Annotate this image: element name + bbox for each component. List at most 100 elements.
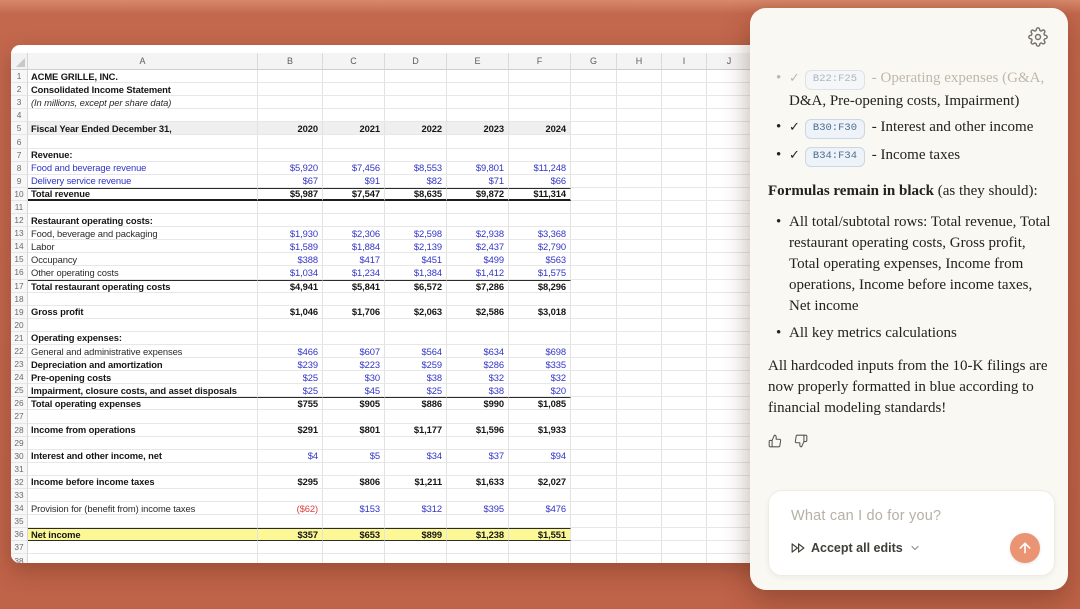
cell-H26[interactable] [617,397,662,410]
cell-H14[interactable] [617,240,662,253]
row-header-11[interactable]: 11 [11,201,28,214]
cell-F33[interactable] [509,489,571,502]
cell-A14[interactable]: Labor [28,240,258,253]
cell-F30[interactable]: $94 [509,450,571,463]
cell-B23[interactable]: $239 [258,358,323,371]
cell-B21[interactable] [258,332,323,345]
col-header-C[interactable]: C [323,53,385,70]
cell-J11[interactable] [707,201,752,214]
cell-H38[interactable] [617,554,662,563]
cell-I9[interactable] [662,175,707,188]
cell-D4[interactable] [385,109,447,122]
col-header-A[interactable]: A [28,53,258,70]
cell-J19[interactable] [707,306,752,319]
cell-I4[interactable] [662,109,707,122]
cell-E4[interactable] [447,109,509,122]
row-header-5[interactable]: 5 [11,122,28,135]
cell-E3[interactable] [447,96,509,109]
cell-J36[interactable] [707,528,752,541]
cell-A3[interactable]: (In millions, except per share data) [28,96,258,109]
cell-I19[interactable] [662,306,707,319]
cell-E24[interactable]: $32 [447,371,509,384]
cell-F25[interactable]: $20 [509,384,571,397]
cell-H32[interactable] [617,476,662,489]
row-header-14[interactable]: 14 [11,240,28,253]
cell-D3[interactable] [385,96,447,109]
row-header-7[interactable]: 7 [11,149,28,162]
cell-D28[interactable]: $1,177 [385,424,447,437]
cell-F36[interactable]: $1,551 [509,528,571,541]
cell-D13[interactable]: $2,598 [385,227,447,240]
cell-A25[interactable]: Impairment, closure costs, and asset dis… [28,384,258,397]
cell-B35[interactable] [258,515,323,528]
cell-D15[interactable]: $451 [385,253,447,266]
cell-B37[interactable] [258,541,323,554]
cell-I12[interactable] [662,214,707,227]
cell-D18[interactable] [385,293,447,306]
cell-E22[interactable]: $634 [447,345,509,358]
cell-C19[interactable]: $1,706 [323,306,385,319]
cell-D12[interactable] [385,214,447,227]
cell-E16[interactable]: $1,412 [447,266,509,279]
cell-I28[interactable] [662,424,707,437]
cell-G35[interactable] [571,515,617,528]
cell-D8[interactable]: $8,553 [385,162,447,175]
cell-C31[interactable] [323,463,385,476]
cell-F18[interactable] [509,293,571,306]
cell-E21[interactable] [447,332,509,345]
cell-J29[interactable] [707,437,752,450]
cell-F37[interactable] [509,541,571,554]
cell-G31[interactable] [571,463,617,476]
col-header-B[interactable]: B [258,53,323,70]
cell-E15[interactable]: $499 [447,253,509,266]
cell-H37[interactable] [617,541,662,554]
cell-B10[interactable]: $5,987 [258,188,323,201]
cell-J25[interactable] [707,384,752,397]
cell-G37[interactable] [571,541,617,554]
cell-E27[interactable] [447,410,509,423]
cell-I22[interactable] [662,345,707,358]
cell-B28[interactable]: $291 [258,424,323,437]
row-header-10[interactable]: 10 [11,188,28,201]
cell-B12[interactable] [258,214,323,227]
cell-I37[interactable] [662,541,707,554]
cell-I38[interactable] [662,554,707,563]
cell-F13[interactable]: $3,368 [509,227,571,240]
col-header-D[interactable]: D [385,53,447,70]
cell-B9[interactable]: $67 [258,175,323,188]
cell-H10[interactable] [617,188,662,201]
cell-G38[interactable] [571,554,617,563]
cell-B22[interactable]: $466 [258,345,323,358]
cell-F31[interactable] [509,463,571,476]
cell-A37[interactable] [28,541,258,554]
cell-I30[interactable] [662,450,707,463]
cell-G20[interactable] [571,319,617,332]
cell-H2[interactable] [617,83,662,96]
cell-F29[interactable] [509,437,571,450]
cell-G33[interactable] [571,489,617,502]
cell-H13[interactable] [617,227,662,240]
cell-G28[interactable] [571,424,617,437]
cell-A6[interactable] [28,135,258,148]
row-header-19[interactable]: 19 [11,306,28,319]
cell-F14[interactable]: $2,790 [509,240,571,253]
cell-C3[interactable] [323,96,385,109]
cell-A1[interactable]: ACME GRILLE, INC. [28,70,258,83]
thumbs-up-icon[interactable] [768,434,782,451]
row-header-30[interactable]: 30 [11,450,28,463]
cell-C16[interactable]: $1,234 [323,266,385,279]
row-header-26[interactable]: 26 [11,397,28,410]
cell-C24[interactable]: $30 [323,371,385,384]
cell-I35[interactable] [662,515,707,528]
cell-J30[interactable] [707,450,752,463]
cell-G6[interactable] [571,135,617,148]
cell-range-chip[interactable]: B30:F30 [805,119,865,139]
cell-D9[interactable]: $82 [385,175,447,188]
cell-H17[interactable] [617,280,662,293]
cell-C32[interactable]: $806 [323,476,385,489]
cell-H7[interactable] [617,149,662,162]
cell-B6[interactable] [258,135,323,148]
row-header-18[interactable]: 18 [11,293,28,306]
cell-G16[interactable] [571,266,617,279]
cell-H33[interactable] [617,489,662,502]
